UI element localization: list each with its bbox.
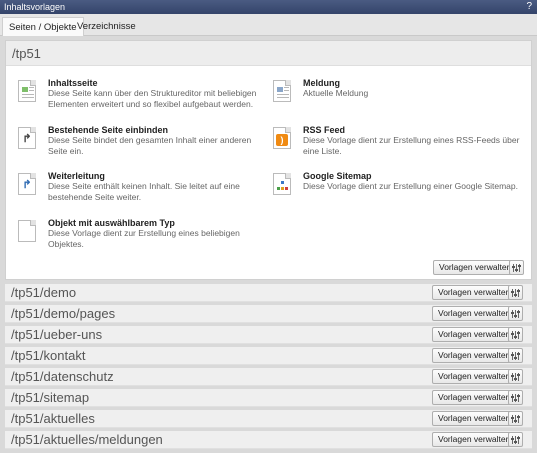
template-description: Diese Vorlage dient zur Erstellung einer… [303, 181, 518, 191]
template-description: Aktuelle Meldung [303, 88, 369, 98]
manage-templates-button[interactable]: Vorlagen verwalten [432, 369, 517, 384]
directory-row: /tp51/kontakt Vorlagen verwalten [5, 347, 532, 365]
content-page-icon [18, 80, 36, 102]
help-button[interactable]: ? [526, 0, 532, 14]
settings-sliders-icon[interactable] [508, 285, 523, 300]
directory-row: /tp51/demo/pages Vorlagen verwalten [5, 305, 532, 323]
directory-path: /tp51/demo/pages [11, 306, 116, 321]
template-name: Bestehende Seite einbinden [48, 125, 169, 135]
directory-row: /tp51/datenschutz Vorlagen verwalten [5, 368, 532, 386]
manage-templates-button[interactable]: Vorlagen verwalten [432, 432, 517, 447]
template-name: Objekt mit auswählbarem Typ [48, 218, 175, 228]
directory-path: /tp51/ueber-uns [11, 327, 103, 342]
manage-templates-button[interactable]: Vorlagen verwalten [433, 260, 518, 275]
news-page-icon [273, 80, 291, 102]
settings-sliders-icon[interactable] [508, 432, 523, 447]
panel-path-title: /tp51 [6, 41, 531, 66]
template-description: Diese Seite enthält keinen Inhalt. Sie l… [48, 181, 240, 202]
settings-sliders-icon[interactable] [508, 369, 523, 384]
template-description: Diese Vorlage dient zur Erstellung eines… [48, 228, 240, 249]
manage-templates-button[interactable]: Vorlagen verwalten [432, 348, 517, 363]
embed-page-icon: ↱ [18, 127, 36, 149]
manage-templates-button[interactable]: Vorlagen verwalten [432, 285, 517, 300]
template-panel-tp51: /tp51 Inhaltsseite Diese Seite kann über… [5, 40, 532, 280]
settings-sliders-icon[interactable] [508, 411, 523, 426]
directory-row: /tp51/aktuelles Vorlagen verwalten [5, 410, 532, 428]
window-title: Inhaltsvorlagen [4, 2, 66, 12]
blank-object-icon [18, 220, 36, 242]
manage-templates-button[interactable]: Vorlagen verwalten [432, 390, 517, 405]
directory-path: /tp51/demo [11, 285, 77, 300]
template-name: RSS Feed [303, 125, 346, 135]
manage-templates-button[interactable]: Vorlagen verwalten [432, 306, 517, 321]
directory-path: /tp51/kontakt [11, 348, 86, 363]
rss-icon: ) [273, 127, 291, 149]
directory-path: /tp51/aktuelles/meldungen [11, 432, 163, 447]
settings-sliders-icon[interactable] [508, 306, 523, 321]
template-name: Weiterleitung [48, 171, 105, 181]
manage-templates-button[interactable]: Vorlagen verwalten [432, 327, 517, 342]
directory-row: /tp51/demo Vorlagen verwalten [5, 284, 532, 302]
template-name: Google Sitemap [303, 171, 372, 181]
settings-sliders-icon[interactable] [508, 390, 523, 405]
sitemap-icon [273, 173, 291, 195]
template-description: Diese Seite kann über den Struktureditor… [48, 88, 257, 109]
directory-row: /tp51/aktuelles/meldungen Vorlagen verwal… [5, 431, 532, 449]
settings-sliders-icon[interactable] [508, 348, 523, 363]
settings-sliders-icon[interactable] [508, 327, 523, 342]
template-name: Meldung [303, 78, 340, 88]
tab-bar: Seiten / Objekte Verzeichnisse [0, 14, 537, 36]
template-description: Diese Seite bindet den gesamten Inhalt e… [48, 135, 252, 156]
tab-directories[interactable]: Verzeichnisse [71, 17, 142, 36]
template-description: Diese Vorlage dient zur Erstellung eines… [303, 135, 520, 156]
redirect-icon: ↱ [18, 173, 36, 195]
directory-path: /tp51/datenschutz [11, 369, 114, 384]
directory-path: /tp51/sitemap [11, 390, 90, 405]
window-titlebar: Inhaltsvorlagen ? [0, 0, 537, 14]
directory-row: /tp51/ueber-uns Vorlagen verwalten [5, 326, 532, 344]
directory-path: /tp51/aktuelles [11, 411, 95, 426]
manage-templates-button[interactable]: Vorlagen verwalten [432, 411, 517, 426]
settings-sliders-icon[interactable] [509, 260, 524, 275]
template-name: Inhaltsseite [48, 78, 98, 88]
directory-row: /tp51/sitemap Vorlagen verwalten [5, 389, 532, 407]
